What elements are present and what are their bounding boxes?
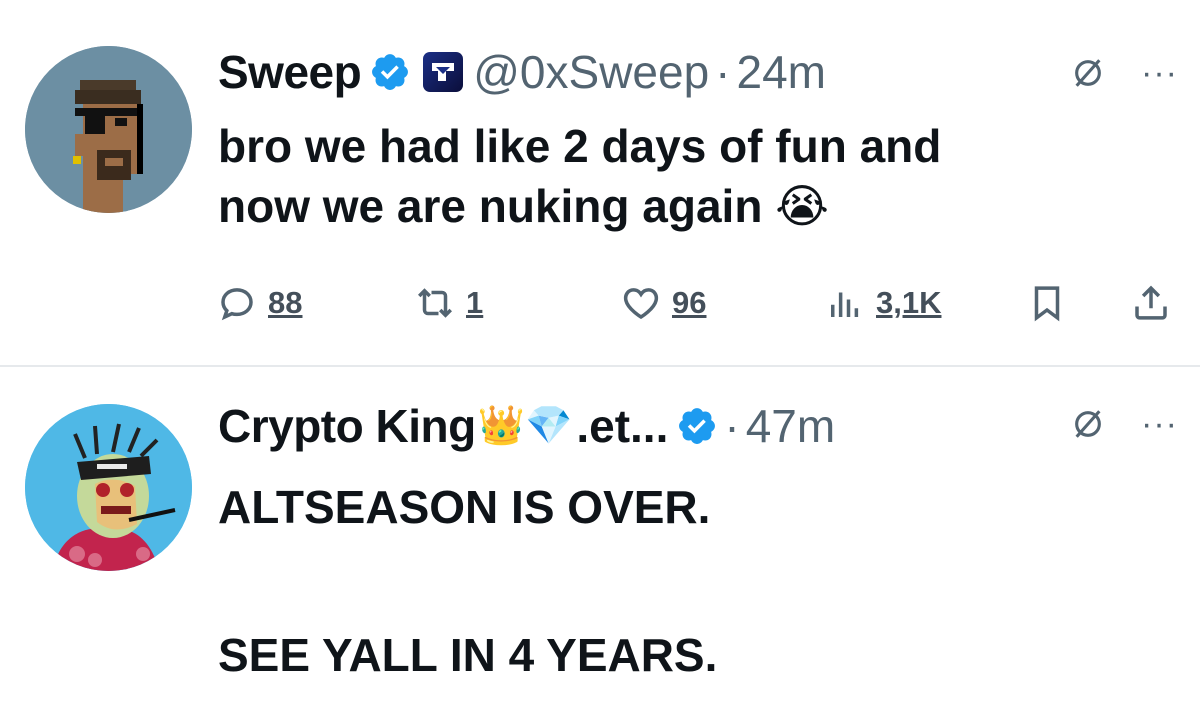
share-icon (1135, 285, 1167, 320)
views-bar-chart-icon (831, 292, 859, 317)
author-name[interactable]: Crypto King (218, 399, 476, 453)
tweet-header-controls: ··· (1071, 407, 1178, 441)
more-options-icon[interactable]: ··· (1141, 56, 1178, 90)
author-name[interactable]: Sweep (218, 45, 362, 99)
timestamp[interactable]: 47m (746, 399, 835, 453)
more-options-icon[interactable]: ··· (1141, 407, 1178, 441)
separator-dot: · (724, 400, 740, 452)
heart-icon (623, 288, 659, 320)
name-emojis: 👑💎 (477, 405, 573, 447)
reply-icon (221, 288, 253, 321)
like-count[interactable]: 96 (672, 285, 706, 321)
zombie-ape-avatar-icon (25, 404, 192, 571)
avatar[interactable] (25, 404, 192, 571)
reply-button[interactable]: 88 (216, 282, 302, 324)
bookmark-button[interactable] (1026, 282, 1068, 324)
tweet-card[interactable]: Sweep @0xSweep · 24m ··· bro we had like… (0, 0, 1200, 366)
tweet-header-controls: ··· (1071, 56, 1178, 90)
tweet-text: ALTSEASON IS OVER. SEE YALL IN 4 YEARS. (218, 481, 718, 681)
grok-icon[interactable] (1071, 407, 1105, 441)
author-handle[interactable]: @0xSweep (473, 45, 709, 99)
share-button[interactable] (1130, 282, 1172, 324)
avatar[interactable] (25, 46, 192, 213)
tweet-actions: 88 1 96 3,1K (216, 282, 1176, 326)
reply-count[interactable]: 88 (268, 285, 302, 321)
repost-icon (418, 288, 452, 318)
tweet-card[interactable]: Crypto King 👑💎 .et... · 47m ··· ALTSEASO… (0, 367, 1200, 708)
author-name-suffix[interactable]: .et... (576, 399, 668, 453)
verified-badge-icon[interactable] (369, 51, 411, 93)
views-count[interactable]: 3,1K (876, 285, 941, 321)
tweet-text: bro we had like 2 days of fun and now we… (218, 120, 942, 232)
pixel-punk-avatar-icon (25, 46, 192, 213)
tweet-header: Crypto King 👑💎 .et... · 47m (218, 396, 1180, 456)
grok-icon[interactable] (1071, 56, 1105, 90)
repost-count[interactable]: 1 (466, 285, 483, 321)
repost-button[interactable]: 1 (414, 282, 483, 324)
like-button[interactable]: 96 (620, 282, 706, 324)
affiliate-logo-icon[interactable] (423, 52, 464, 92)
views-button[interactable]: 3,1K (824, 282, 941, 324)
verified-badge-icon[interactable] (676, 405, 718, 447)
timestamp[interactable]: 24m (737, 45, 826, 99)
tweet-header: Sweep @0xSweep · 24m (218, 42, 1180, 102)
separator-dot: · (715, 46, 731, 98)
bookmark-icon (1034, 286, 1060, 322)
